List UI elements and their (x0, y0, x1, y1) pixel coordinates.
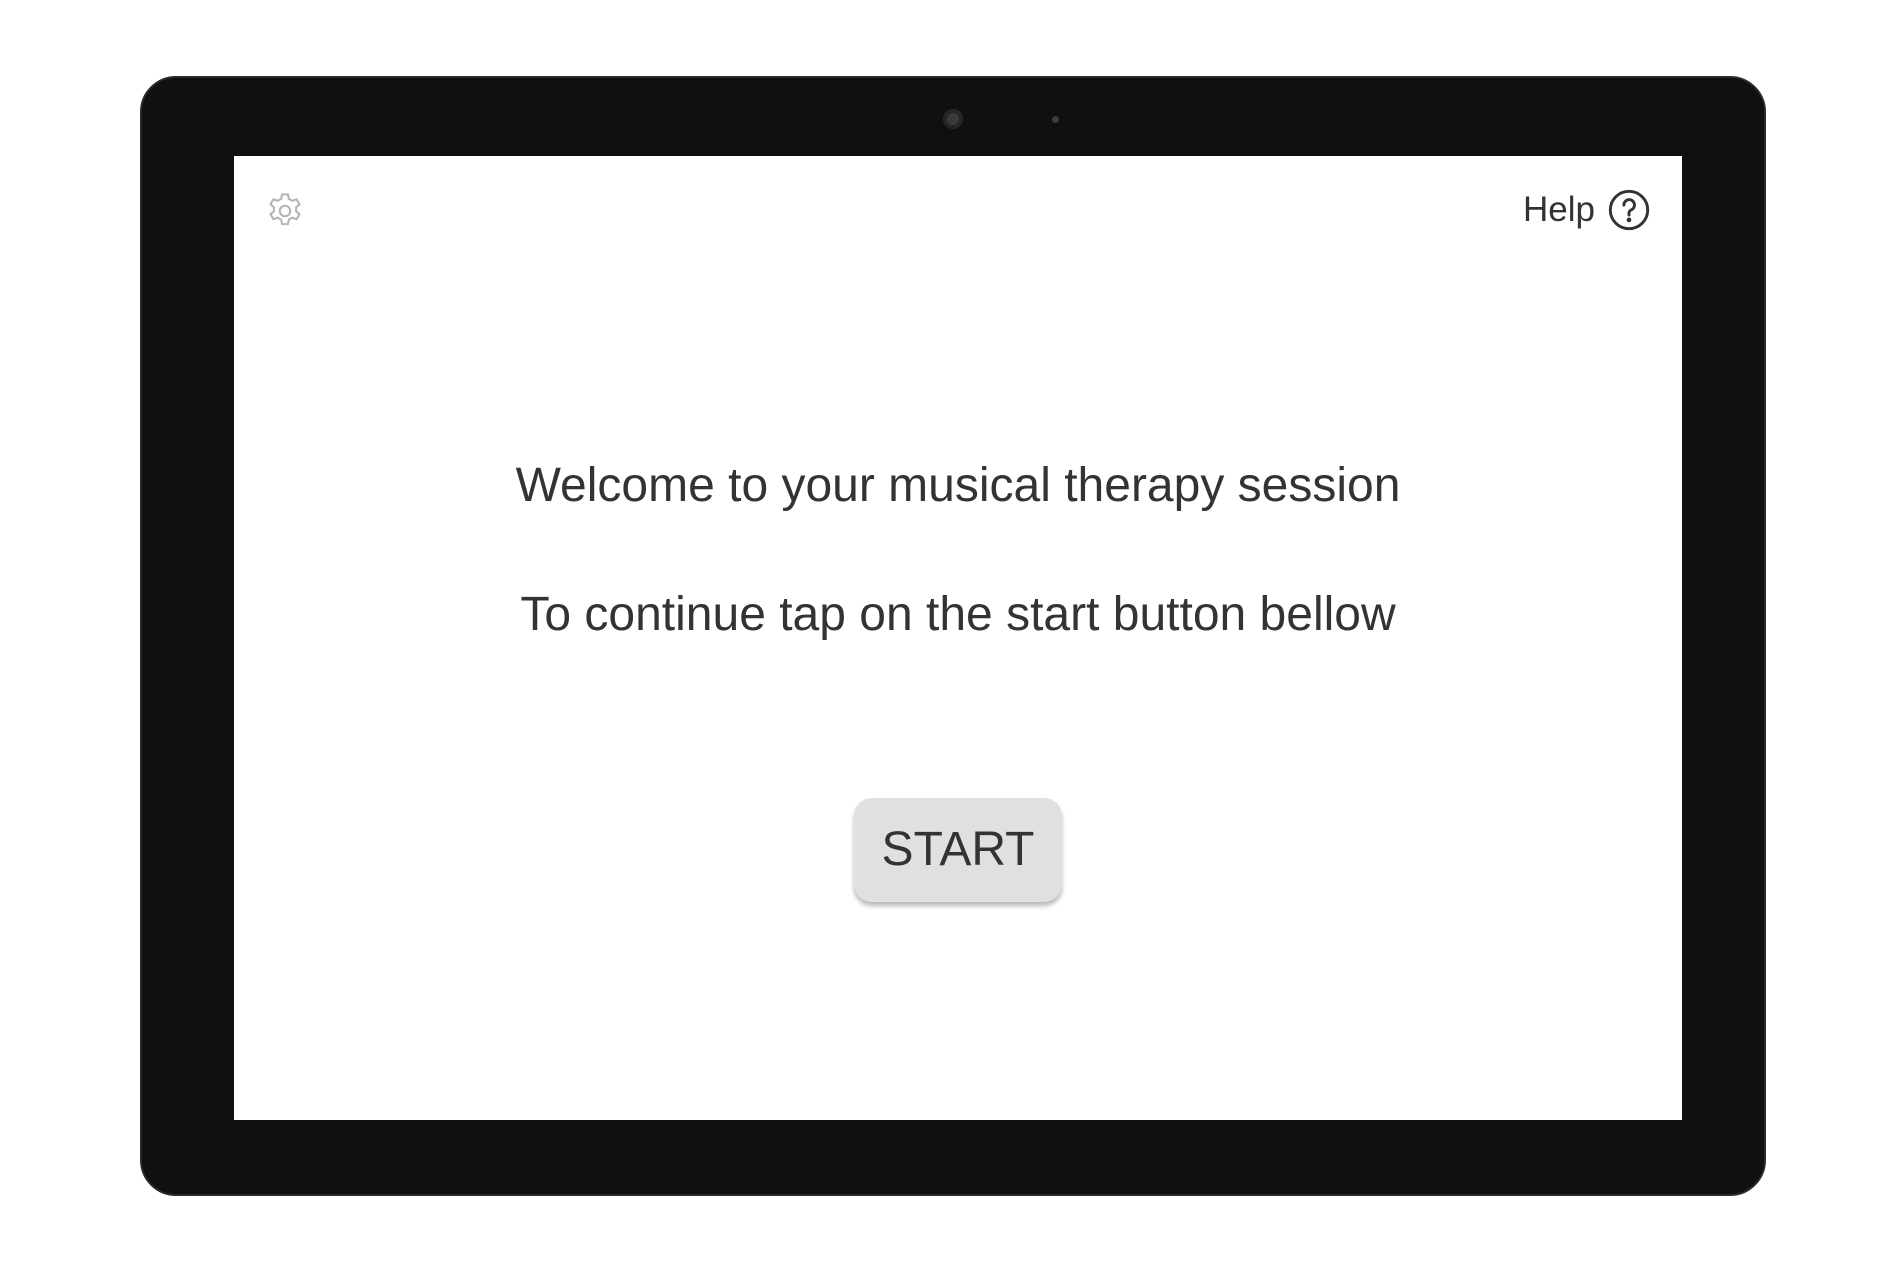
gear-icon (269, 193, 301, 226)
light-sensor (1052, 116, 1059, 123)
settings-button[interactable] (264, 190, 306, 232)
tablet-device: Help Welcome to your musical therapy ses… (140, 76, 1766, 1196)
help-label: Help (1523, 190, 1595, 229)
app-screen: Help Welcome to your musical therapy ses… (234, 156, 1682, 1120)
start-button[interactable]: START (854, 798, 1062, 902)
front-camera (943, 109, 963, 129)
help-button[interactable]: Help (1523, 188, 1651, 232)
question-circle-icon (1608, 189, 1650, 231)
welcome-message: Welcome to your musical therapy session (515, 459, 1401, 512)
instruction-message: To continue tap on the start button bell… (520, 588, 1396, 641)
